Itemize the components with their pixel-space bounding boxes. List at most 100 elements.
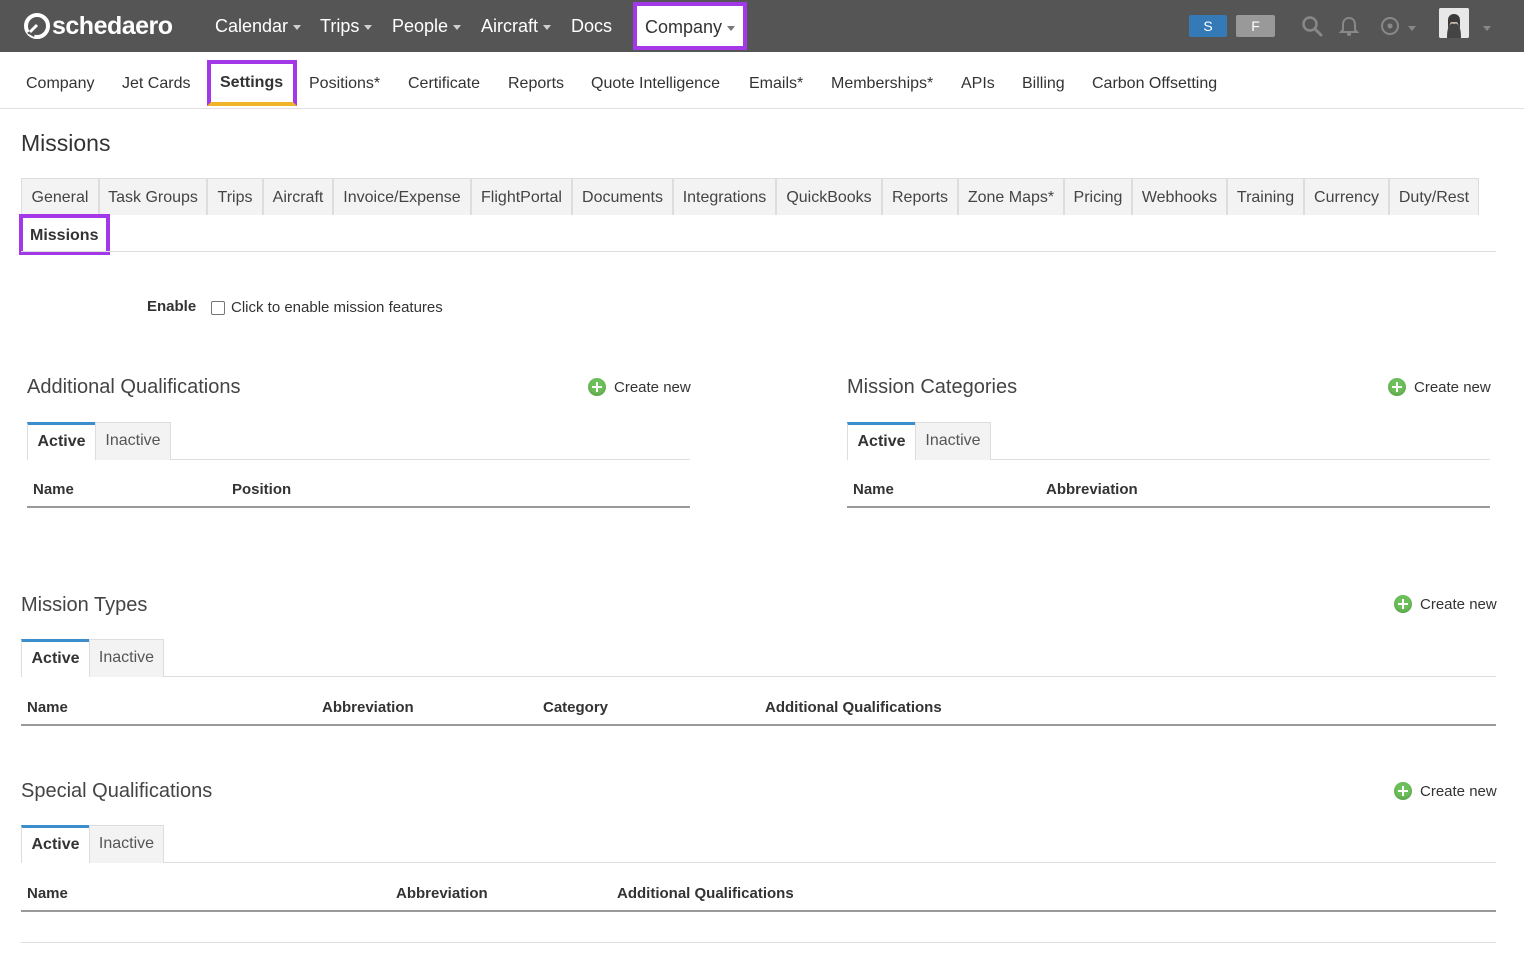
special-qualifications-tab-active[interactable]: Active [21, 825, 90, 863]
column-header[interactable]: Category [543, 699, 608, 716]
subnav-certificate[interactable]: Certificate [408, 74, 480, 94]
nav-trips[interactable]: Trips [320, 14, 373, 38]
special-qualifications-tab-inactive[interactable]: Inactive [89, 825, 164, 863]
divider [163, 676, 1496, 677]
column-header[interactable]: Additional Qualifications [617, 885, 794, 902]
column-header[interactable]: Additional Qualifications [765, 699, 942, 716]
divider [163, 862, 1496, 863]
tab-documents[interactable]: Documents [572, 178, 673, 215]
create-new-label: Create new [1420, 782, 1497, 800]
nav-people[interactable]: People [392, 14, 462, 38]
divider [990, 459, 1490, 460]
subnav-apis[interactable]: APIs [961, 74, 995, 94]
schedaero-logo[interactable]: schedaero [24, 12, 173, 40]
search-icon[interactable] [1301, 15, 1323, 37]
subnav-emails[interactable]: Emails* [749, 74, 803, 94]
column-header[interactable]: Name [27, 699, 68, 716]
divider [21, 942, 1496, 943]
tab-task-groups[interactable]: Task Groups [99, 178, 207, 215]
tab-reports[interactable]: Reports [882, 178, 958, 215]
tab-duty-rest[interactable]: Duty/Rest [1389, 178, 1479, 215]
tabs-divider [21, 251, 1496, 252]
mission-types-tab-inactive[interactable]: Inactive [89, 639, 164, 677]
nav-people-label: People [392, 16, 449, 36]
avatar[interactable] [1439, 8, 1469, 38]
tab-trips[interactable]: Trips [207, 178, 263, 215]
nav-company-label: Company [645, 17, 723, 37]
nav-aircraft-label: Aircraft [481, 16, 539, 36]
top-navbar: schedaero Calendar Trips People Aircraft… [0, 0, 1524, 52]
add-circle-icon [588, 378, 606, 396]
tab-missions[interactable]: Missions [19, 214, 110, 255]
help-icon[interactable] [1380, 15, 1402, 37]
subnav-reports[interactable]: Reports [508, 74, 564, 94]
mission-categories-create-button[interactable]: Create new [1388, 378, 1491, 396]
subnav-positions[interactable]: Positions* [309, 74, 380, 94]
bell-icon[interactable] [1338, 15, 1360, 37]
column-header[interactable]: Name [33, 481, 74, 498]
nav-company[interactable]: Company [633, 2, 747, 50]
add-circle-icon [1394, 782, 1412, 800]
subnav-settings[interactable]: Settings [207, 60, 297, 106]
additional-qualifications-create-button[interactable]: Create new [588, 378, 691, 396]
subnav-memberships[interactable]: Memberships* [831, 74, 933, 94]
chevron-down-icon[interactable] [1483, 26, 1491, 31]
company-subnav: Company Jet Cards Settings Positions* Ce… [0, 52, 1524, 109]
column-header[interactable]: Abbreviation [322, 699, 414, 716]
column-header[interactable]: Abbreviation [396, 885, 488, 902]
tab-training[interactable]: Training [1227, 178, 1304, 215]
special-qualifications-title: Special Qualifications [21, 780, 213, 802]
mission-categories-tab-inactive[interactable]: Inactive [915, 422, 991, 460]
nav-docs-label: Docs [571, 16, 613, 36]
subnav-carbon-offsetting[interactable]: Carbon Offsetting [1092, 74, 1217, 94]
mission-types-tab-active[interactable]: Active [21, 639, 90, 677]
nav-aircraft[interactable]: Aircraft [481, 14, 552, 38]
additional-qualifications-tab-inactive[interactable]: Inactive [95, 422, 171, 460]
chevron-down-icon [364, 24, 373, 30]
nav-docs[interactable]: Docs [571, 14, 612, 38]
table-header-underline [21, 724, 1496, 726]
tab-missions-label: Missions [30, 227, 99, 244]
nav-calendar-label: Calendar [215, 16, 289, 36]
additional-qualifications-tab-active[interactable]: Active [27, 422, 96, 460]
create-new-label: Create new [1414, 378, 1491, 396]
table-header-underline [21, 910, 1496, 912]
chevron-down-icon [293, 24, 302, 30]
enable-mission-checkbox[interactable] [211, 301, 225, 315]
table-header-underline [847, 506, 1490, 508]
subnav-settings-label: Settings [220, 74, 284, 91]
user-photo-icon [1439, 8, 1469, 38]
mission-types-create-button[interactable]: Create new [1394, 595, 1497, 613]
tab-quickbooks[interactable]: QuickBooks [776, 178, 882, 215]
tab-flightportal[interactable]: FlightPortal [471, 178, 572, 215]
column-header[interactable]: Abbreviation [1046, 481, 1138, 498]
chevron-down-icon[interactable] [1408, 26, 1416, 31]
special-qualifications-create-button[interactable]: Create new [1394, 782, 1497, 800]
mission-categories-tab-active[interactable]: Active [847, 422, 916, 460]
page-title: Missions [21, 130, 111, 156]
chevron-down-icon [727, 25, 736, 31]
column-header[interactable]: Name [27, 885, 68, 902]
tab-pricing[interactable]: Pricing [1064, 178, 1132, 215]
badge-s[interactable]: S [1189, 15, 1227, 37]
column-header[interactable]: Position [232, 481, 291, 498]
tab-zone-maps[interactable]: Zone Maps* [958, 178, 1064, 215]
tab-currency[interactable]: Currency [1304, 178, 1389, 215]
logo-text: schedaero [52, 11, 173, 40]
subnav-billing[interactable]: Billing [1022, 74, 1065, 94]
tab-aircraft[interactable]: Aircraft [263, 178, 333, 215]
enable-checkbox-text[interactable]: Click to enable mission features [231, 299, 443, 316]
subnav-jet-cards[interactable]: Jet Cards [122, 74, 190, 94]
nav-trips-label: Trips [320, 16, 360, 36]
subnav-company[interactable]: Company [26, 74, 94, 94]
nav-calendar[interactable]: Calendar [215, 14, 302, 38]
tab-webhooks[interactable]: Webhooks [1132, 178, 1227, 215]
badge-f[interactable]: F [1236, 15, 1275, 37]
tab-general[interactable]: General [21, 178, 99, 215]
additional-qualifications-title: Additional Qualifications [27, 376, 241, 398]
column-header[interactable]: Name [853, 481, 894, 498]
create-new-label: Create new [1420, 595, 1497, 613]
tab-integrations[interactable]: Integrations [673, 178, 776, 215]
tab-invoice-expense[interactable]: Invoice/Expense [333, 178, 471, 215]
subnav-quote-intelligence[interactable]: Quote Intelligence [591, 74, 720, 94]
